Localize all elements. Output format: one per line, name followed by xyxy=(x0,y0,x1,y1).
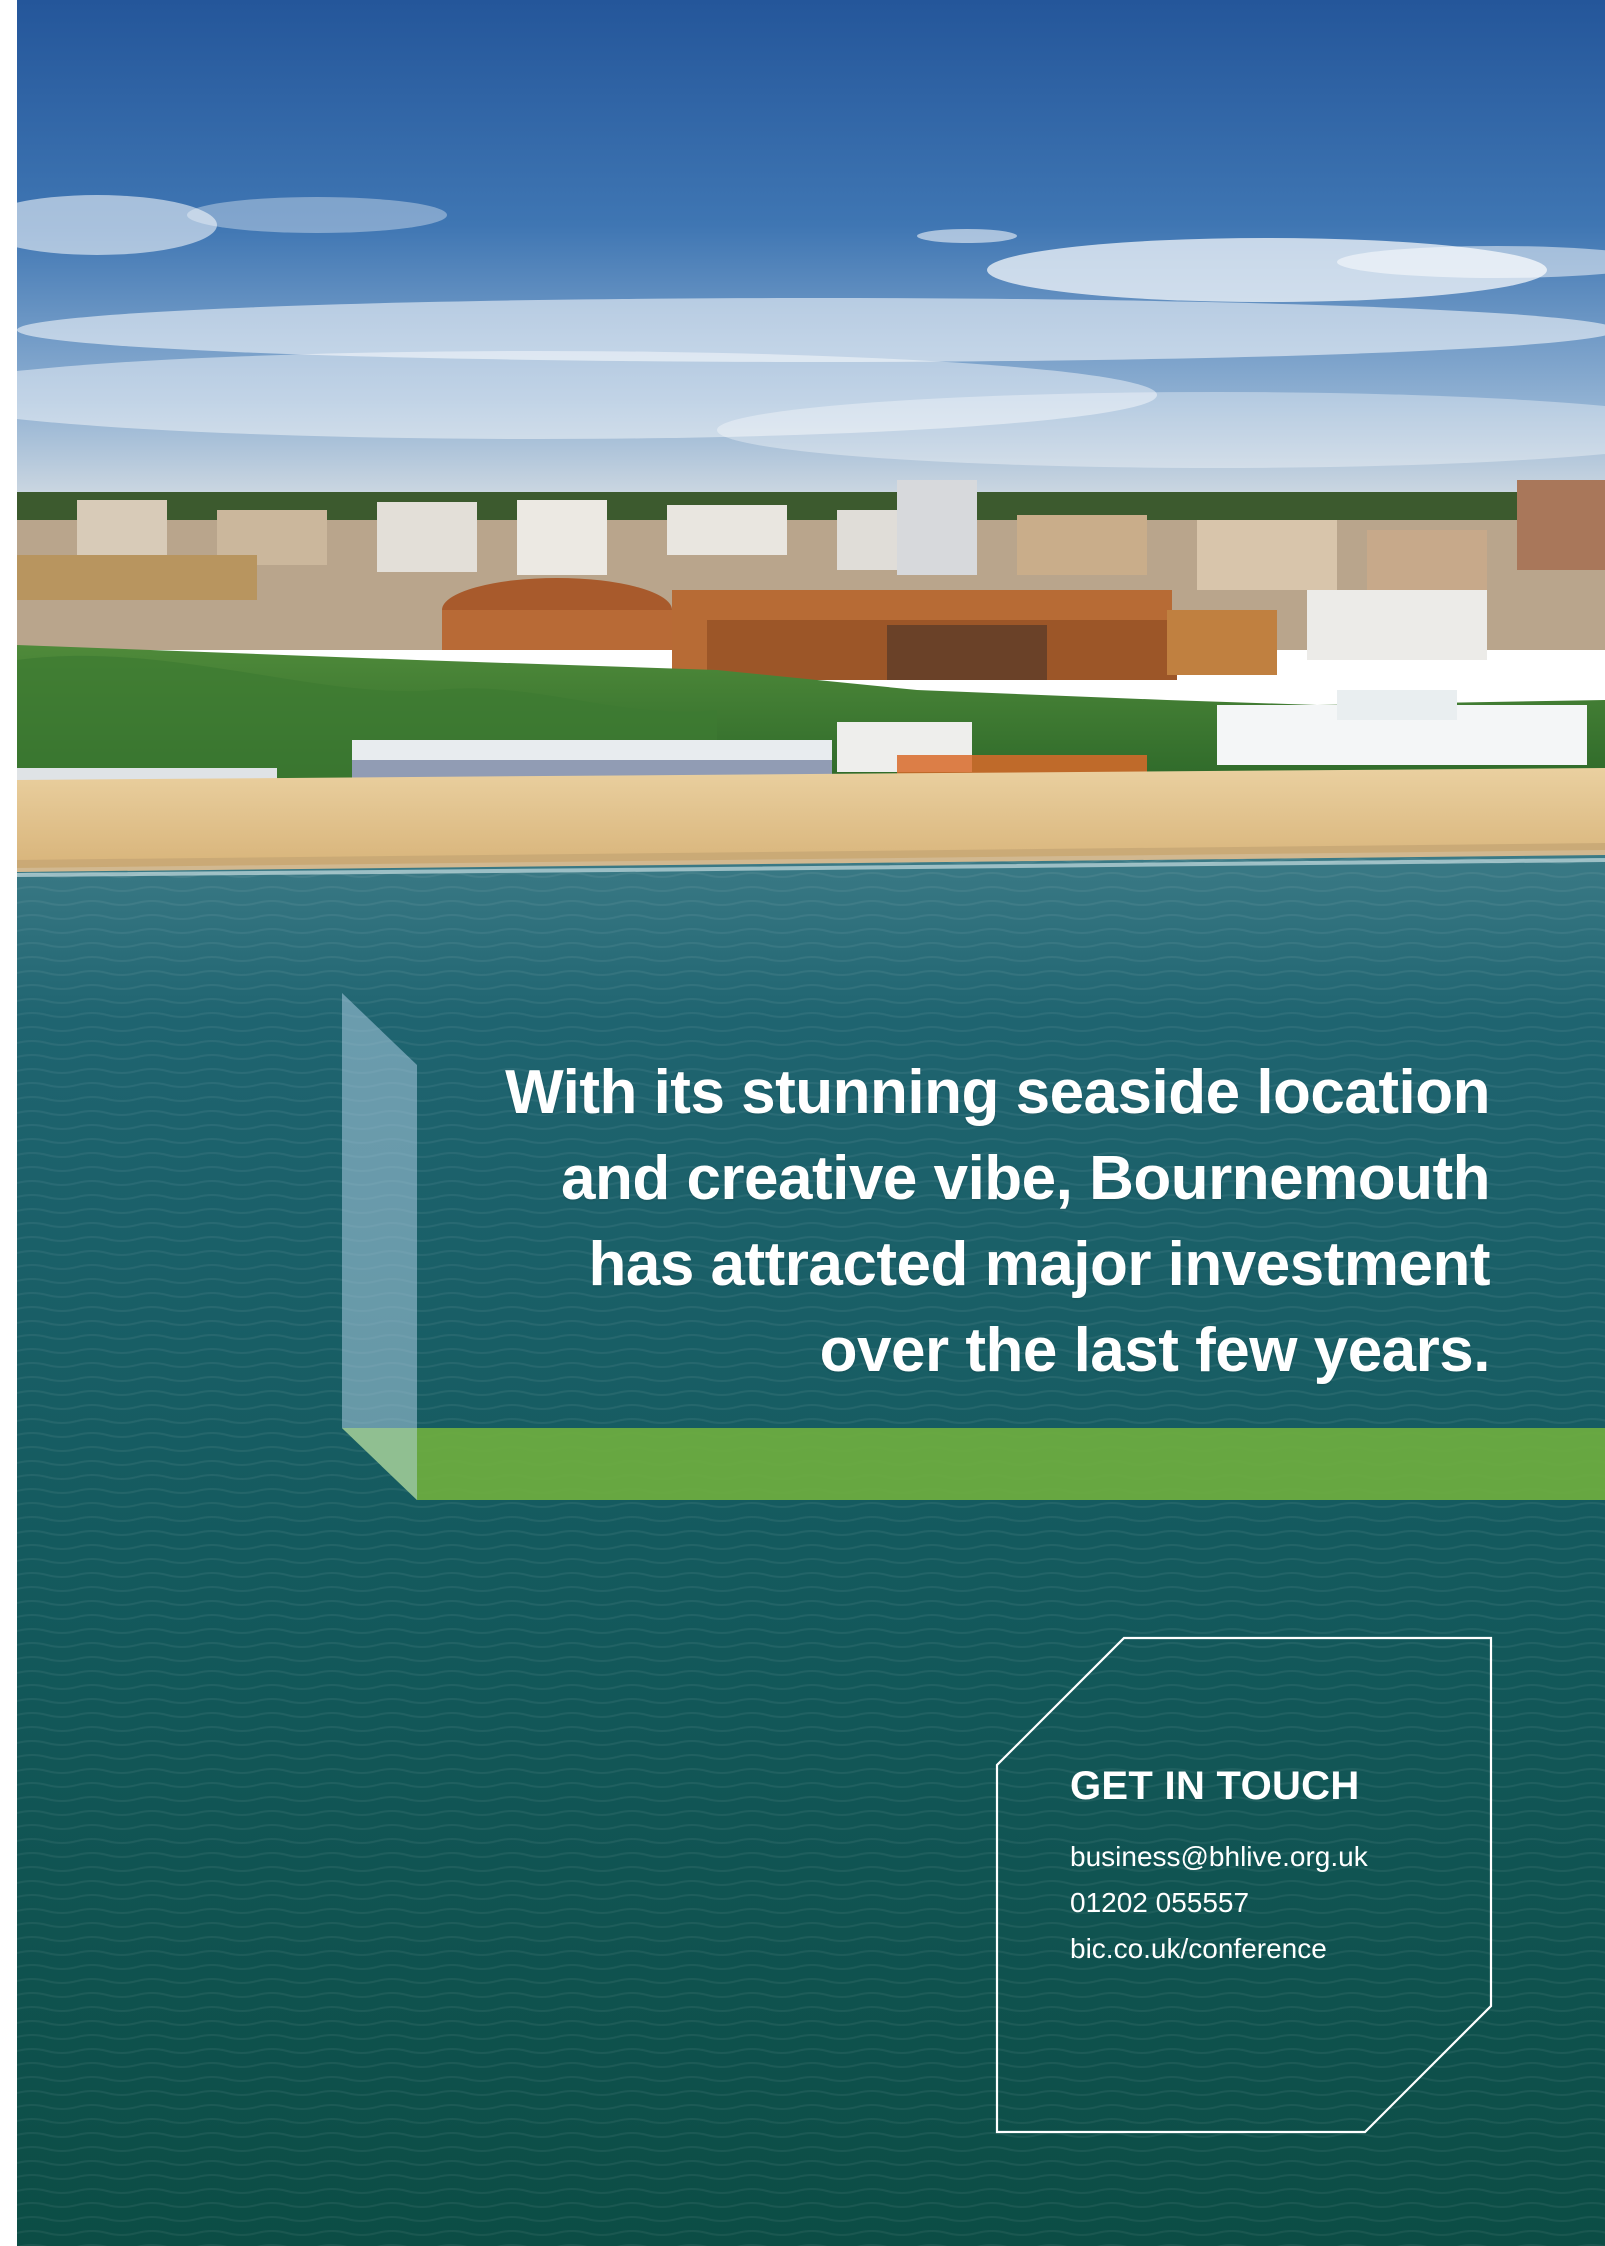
contact-phone[interactable]: 01202 055557 xyxy=(1070,1880,1368,1926)
headline: With its stunning seaside location and c… xyxy=(390,1050,1490,1394)
accent-green-bar xyxy=(342,1428,1605,1500)
page: With its stunning seaside location and c… xyxy=(17,0,1605,2246)
headline-line-4: over the last few years. xyxy=(819,1316,1491,1385)
headline-line-1: With its stunning seaside location xyxy=(505,1058,1490,1127)
contact-heading: GET IN TOUCH xyxy=(1070,1764,1360,1808)
contact-email[interactable]: business@bhlive.org.uk xyxy=(1070,1834,1368,1880)
conference-centre xyxy=(442,578,1277,680)
contact-website[interactable]: bic.co.uk/conference xyxy=(1070,1926,1368,1972)
headline-line-2: and creative vibe, Bournemouth xyxy=(561,1144,1491,1213)
contact-block: GET IN TOUCH business@bhlive.org.uk 0120… xyxy=(1070,1762,1368,1972)
headline-line-3: has attracted major investment xyxy=(588,1230,1490,1299)
